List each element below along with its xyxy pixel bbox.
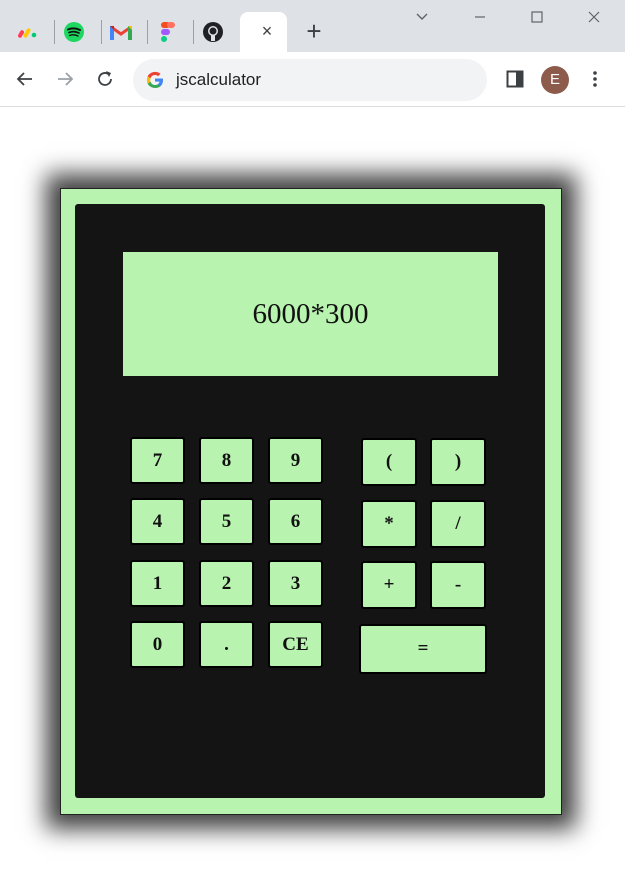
key-multiply[interactable]: * [361,500,417,548]
key-decimal[interactable]: . [199,621,254,668]
gmail-icon[interactable] [107,18,135,46]
equals-button[interactable]: = [359,624,487,674]
key-9[interactable]: 9 [268,437,323,484]
browser-toolbar: jscalculator E [0,52,625,107]
monday-icon[interactable] [14,18,42,46]
key-8[interactable]: 8 [199,437,254,484]
key-5[interactable]: 5 [199,498,254,545]
calculator-display: 6000*300 [123,252,498,376]
tab-search-icon[interactable] [412,10,432,30]
clear-entry-button[interactable]: CE [268,621,323,668]
address-bar[interactable]: jscalculator [133,59,487,101]
figma-icon[interactable] [154,18,182,46]
address-text[interactable]: jscalculator [176,70,261,90]
key-6[interactable]: 6 [268,498,323,545]
browser-titlebar: × + [0,0,625,53]
back-arrow-icon[interactable] [12,66,38,92]
key-7[interactable]: 7 [130,437,185,484]
key-divide[interactable]: / [430,500,486,548]
new-tab-button[interactable]: + [302,18,326,44]
spotify-icon[interactable] [60,18,88,46]
forward-arrow-icon[interactable] [52,66,78,92]
calculator-frame: 6000*300 7 8 9 4 5 6 1 2 3 0 . CE ( ) * … [60,188,562,815]
key-4[interactable]: 4 [130,498,185,545]
close-window-icon[interactable] [584,10,604,30]
google-icon [146,71,164,89]
key-0[interactable]: 0 [130,621,185,668]
reload-icon[interactable] [92,66,118,92]
key-plus[interactable]: + [361,561,417,609]
maximize-icon[interactable] [527,10,547,30]
tab-separator [193,20,194,44]
profile-avatar[interactable]: E [541,66,569,94]
github-icon[interactable] [199,18,227,46]
tab-separator [54,20,55,44]
key-minus[interactable]: - [430,561,486,609]
side-panel-icon[interactable] [502,66,528,92]
key-left-paren[interactable]: ( [361,438,417,486]
minimize-icon[interactable] [470,10,490,30]
key-2[interactable]: 2 [199,560,254,607]
tab-separator [101,20,102,44]
calculator-body: 6000*300 7 8 9 4 5 6 1 2 3 0 . CE ( ) * … [75,204,545,798]
key-1[interactable]: 1 [130,560,185,607]
key-3[interactable]: 3 [268,560,323,607]
more-menu-icon[interactable] [582,66,608,92]
tab-separator [147,20,148,44]
key-right-paren[interactable]: ) [430,438,486,486]
tab-close-icon[interactable]: × [258,22,276,40]
